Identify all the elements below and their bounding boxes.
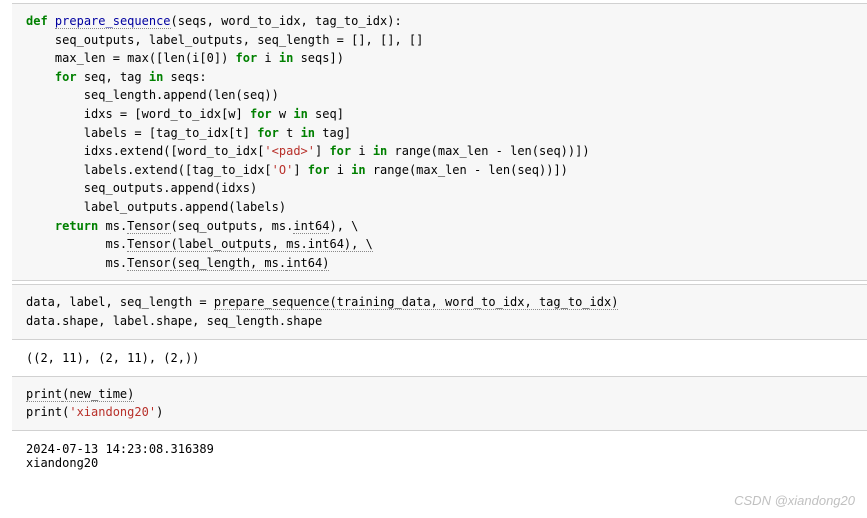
watermark-text: CSDN @xiandong20	[734, 493, 855, 508]
output-text: ((2, 11), (2, 11), (2,))	[26, 351, 853, 365]
output-cell-3: 2024-07-13 14:23:08.316389 xiandong20	[12, 434, 867, 478]
code-line: label_outputs.append(labels)	[26, 198, 853, 217]
code-line: for seq, tag in seqs:	[26, 68, 853, 87]
params: (seqs, word_to_idx, tag_to_idx):	[171, 14, 402, 28]
code-line: ms.Tensor(label_outputs, ms.int64), \	[26, 235, 853, 254]
code-line: print('xiandong20')	[26, 403, 853, 422]
code-line: labels = [tag_to_idx[t] for t in tag]	[26, 124, 853, 143]
code-line: idxs = [word_to_idx[w] for w in seq]	[26, 105, 853, 124]
code-line: data.shape, label.shape, seq_length.shap…	[26, 312, 853, 331]
code-line: labels.extend([tag_to_idx['O'] for i in …	[26, 161, 853, 180]
keyword-def: def	[26, 14, 48, 28]
code-line: idxs.extend([word_to_idx['<pad>'] for i …	[26, 142, 853, 161]
output-text: 2024-07-13 14:23:08.316389	[26, 442, 853, 456]
code-cell-2[interactable]: data, label, seq_length = prepare_sequen…	[12, 284, 867, 339]
output-cell-2: ((2, 11), (2, 11), (2,))	[12, 343, 867, 373]
code-cell-3[interactable]: print(new_time) print('xiandong20')	[12, 376, 867, 431]
code-line: return ms.Tensor(seq_outputs, ms.int64),…	[26, 217, 853, 236]
code-line: max_len = max([len(i[0]) for i in seqs])	[26, 49, 853, 68]
code-line: seq_outputs.append(idxs)	[26, 179, 853, 198]
code-line: data, label, seq_length = prepare_sequen…	[26, 293, 853, 312]
function-name: prepare_sequence	[55, 14, 171, 29]
code-line: def prepare_sequence(seqs, word_to_idx, …	[26, 12, 853, 31]
code-cell-1[interactable]: def prepare_sequence(seqs, word_to_idx, …	[12, 3, 867, 281]
code-line: seq_length.append(len(seq))	[26, 86, 853, 105]
code-line: print(new_time)	[26, 385, 853, 404]
code-line: seq_outputs, label_outputs, seq_length =…	[26, 31, 853, 50]
output-text: xiandong20	[26, 456, 853, 470]
code-line: ms.Tensor(seq_length, ms.int64)	[26, 254, 853, 273]
